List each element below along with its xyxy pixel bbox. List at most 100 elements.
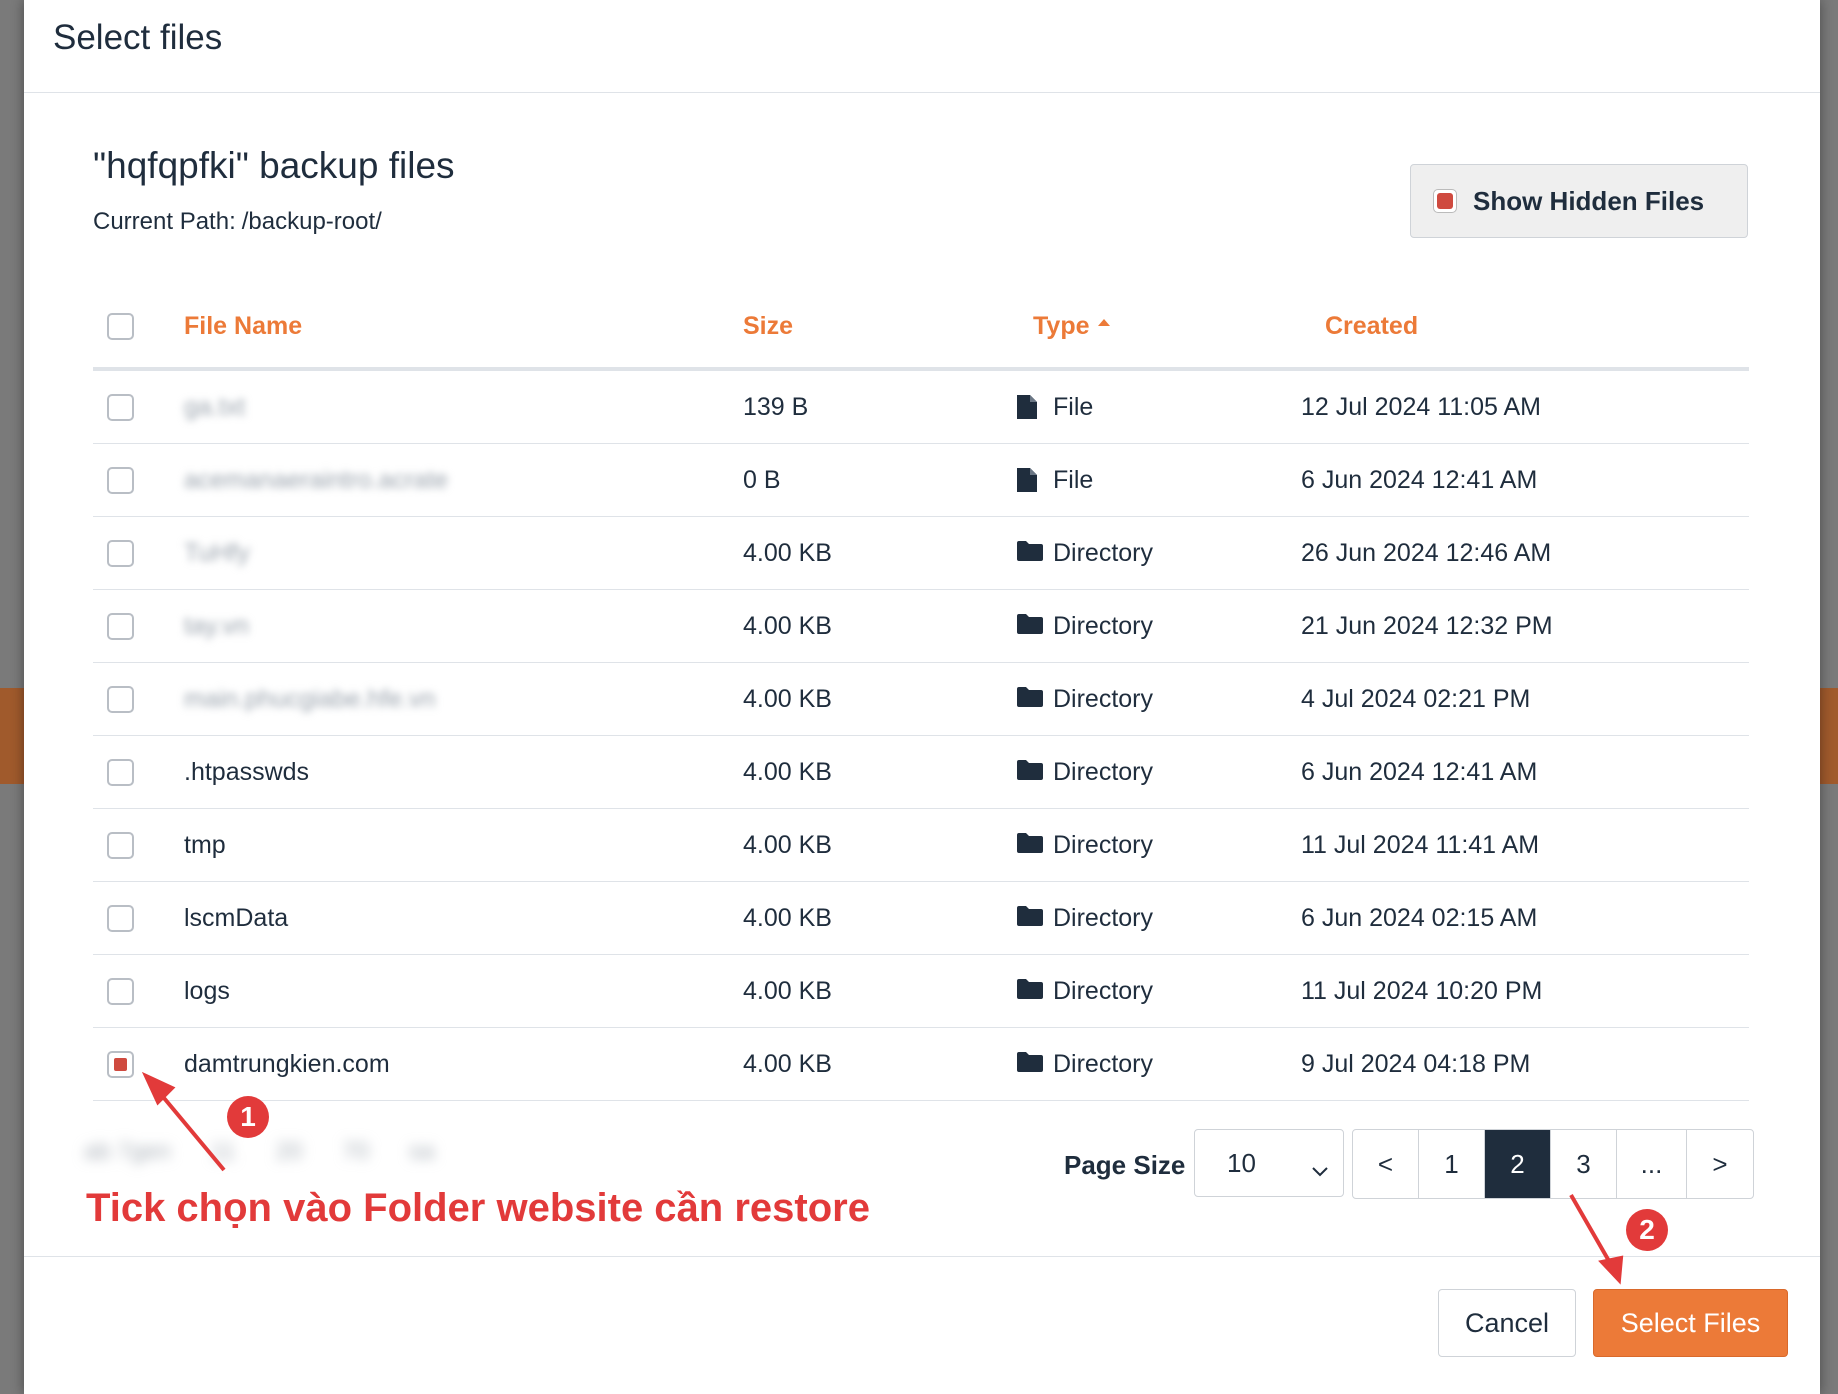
file-name-cell[interactable]: lscmData [174,881,723,955]
file-size: 4.00 KB [743,1049,832,1078]
more-pages-button[interactable]: ... [1617,1130,1687,1198]
current-path: Current Path:/backup-root/ [93,208,382,236]
file-type: File [1053,465,1094,494]
row-checkbox-cell [93,589,174,663]
show-hidden-files-button[interactable]: Show Hidden Files [1410,164,1748,238]
page-size-select[interactable]: 10 [1194,1129,1344,1197]
table-row[interactable]: ga.txt 139 B File 12 Jul 2024 11:05 AM [93,369,1749,444]
column-header-size[interactable]: Size [723,285,1009,371]
file-created-cell: 9 Jul 2024 04:18 PM [1301,1027,1749,1101]
file-name-cell[interactable]: .htpasswds [174,735,723,809]
file-created-cell: 6 Jun 2024 12:41 AM [1301,443,1749,517]
column-header-created[interactable]: Created [1301,285,1749,371]
file-created-cell: 6 Jun 2024 12:41 AM [1301,735,1749,809]
show-hidden-checkbox[interactable] [1433,189,1457,213]
file-name-cell[interactable]: acemanaeraintro.acrate [174,443,723,517]
table-row[interactable]: lscmData 4.00 KB Directory 6 Jun 2024 02:15… [93,881,1749,955]
background-row [1818,688,1838,784]
arrow-2-head [1598,1255,1624,1285]
file-created-cell: 21 Jun 2024 12:32 PM [1301,589,1749,663]
select-all-checkbox[interactable] [107,313,134,341]
file-created: 4 Jul 2024 02:21 PM [1301,684,1531,713]
row-checkbox[interactable] [107,759,134,787]
file-name-cell[interactable]: main.phucgiabe.hfe.vn [174,662,723,736]
file-type-cell: Directory [1009,589,1301,663]
row-checkbox[interactable] [107,540,134,568]
row-checkbox-cell [93,516,174,590]
next-page-button[interactable]: > [1687,1130,1753,1198]
page-button-1[interactable]: 1 [1419,1130,1485,1198]
file-name-cell[interactable]: tay.vn [174,589,723,663]
arrow-2 [1569,1194,1624,1285]
row-checkbox[interactable] [107,467,134,495]
folder-icon [1017,760,1043,784]
file-name: ga.txt [184,392,246,421]
file-size-cell: 4.00 KB [723,808,1009,882]
file-created: 6 Jun 2024 02:15 AM [1301,903,1538,932]
file-size: 0 B [743,465,781,494]
file-name: main.phucgiabe.hfe.vn [184,684,436,713]
file-type: Directory [1053,976,1154,1005]
file-type-cell: Directory [1009,1027,1301,1101]
file-icon [1017,468,1039,492]
row-checkbox-cell [93,735,174,809]
file-type-cell: Directory [1009,735,1301,809]
blurred-footer-text: sa [409,1138,435,1165]
current-path-value: /backup-root/ [241,208,382,235]
table-row[interactable]: TuHfy 4.00 KB Directory 26 Jun 2024 12:46 A… [93,516,1749,590]
select-files-button[interactable]: Select Files [1593,1289,1788,1357]
file-name-cell[interactable]: damtrungkien.com [174,1027,723,1101]
page-button-3[interactable]: 3 [1551,1130,1617,1198]
file-size-cell: 4.00 KB [723,954,1009,1028]
file-created: 21 Jun 2024 12:32 PM [1301,611,1553,640]
row-checkbox-cell [93,369,174,444]
file-created-cell: 11 Jul 2024 10:20 PM [1301,954,1749,1028]
table-row[interactable]: logs 4.00 KB Directory 11 Jul 2024 10:20 PM [93,954,1749,1028]
table-row[interactable]: damtrungkien.com 4.00 KB Directory 9 Jul 20… [93,1027,1749,1101]
row-checkbox[interactable] [107,394,134,422]
file-created-cell: 6 Jun 2024 02:15 AM [1301,881,1749,955]
file-size: 4.00 KB [743,611,832,640]
row-checkbox-cell [93,954,174,1028]
page-size-label: Page Size [1064,1150,1186,1180]
file-type: Directory [1053,903,1154,932]
row-checkbox[interactable] [107,905,134,933]
page-button-2[interactable]: 2 [1485,1130,1551,1198]
file-name-cell[interactable]: logs [174,954,723,1028]
file-size-cell: 4.00 KB [723,735,1009,809]
select-all-cell [93,285,174,371]
page-size-value: 10 [1227,1147,1256,1178]
cancel-button[interactable]: Cancel [1438,1289,1576,1357]
file-created: 26 Jun 2024 12:46 AM [1301,538,1552,567]
table-row[interactable]: .htpasswds 4.00 KB Directory 6 Jun 2024 12:… [93,735,1749,809]
file-name-cell[interactable]: TuHfy [174,516,723,590]
column-header-name[interactable]: File Name [174,285,723,371]
file-size: 4.00 KB [743,830,832,859]
file-size-cell: 4.00 KB [723,516,1009,590]
file-size: 4.00 KB [743,976,832,1005]
table-row[interactable]: tmp 4.00 KB Directory 11 Jul 2024 11:41 AM [93,808,1749,882]
file-name-cell[interactable]: ga.txt [174,369,723,444]
sort-asc-icon [1097,318,1110,326]
row-checkbox[interactable] [107,686,134,714]
row-checkbox[interactable] [107,1051,134,1079]
row-checkbox[interactable] [107,613,134,641]
table-row[interactable]: acemanaeraintro.acrate 0 B File 6 Jun 2024 … [93,443,1749,517]
row-checkbox-cell [93,662,174,736]
file-size: 139 B [743,392,809,421]
prev-page-button[interactable]: < [1353,1130,1419,1198]
file-type-cell: Directory [1009,954,1301,1028]
column-header-type[interactable]: Type [1009,285,1301,371]
section-title: "hqfqpfki" backup files [93,145,455,186]
file-name: damtrungkien.com [184,1049,390,1078]
folder-icon [1017,614,1043,638]
file-created: 6 Jun 2024 12:41 AM [1301,465,1538,494]
row-checkbox[interactable] [107,978,134,1006]
row-checkbox[interactable] [107,832,134,860]
table-row[interactable]: tay.vn 4.00 KB Directory 21 Jun 2024 12:32 … [93,589,1749,663]
pagination: <1 2 3... > [1352,1129,1754,1199]
modal-title: Select files [53,18,223,57]
table-row[interactable]: main.phucgiabe.hfe.vn 4.00 KB Directory 4 J… [93,662,1749,736]
file-name-cell[interactable]: tmp [174,808,723,882]
row-checkbox-cell [93,1027,174,1101]
